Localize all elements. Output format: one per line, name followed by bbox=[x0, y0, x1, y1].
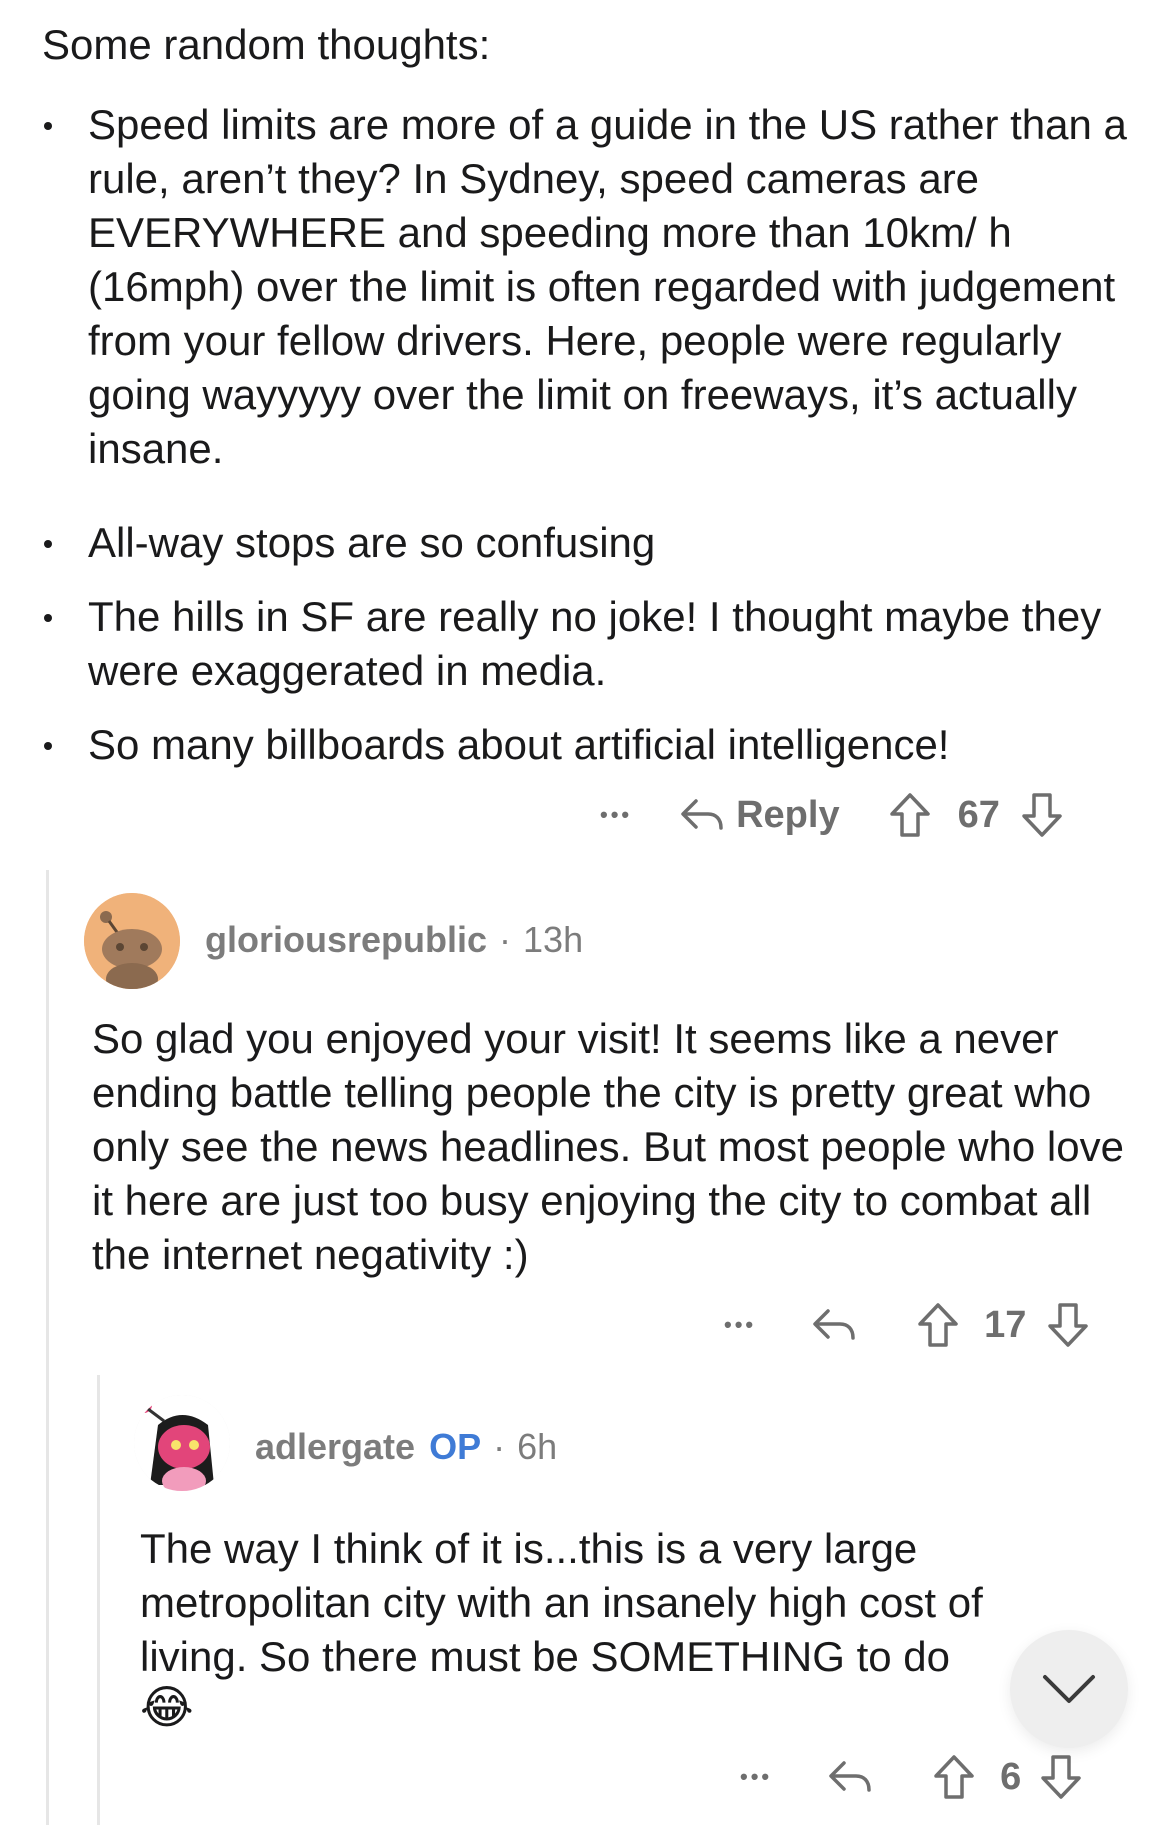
laughing-emoji: 😂 bbox=[140, 1681, 194, 1733]
comment-body: So glad you enjoyed your visit! It seems… bbox=[92, 1015, 1124, 1278]
bullet-text: Speed limits are more of a guide in the … bbox=[88, 101, 1127, 472]
bullet-item: Speed limits are more of a guide in the … bbox=[44, 98, 1148, 476]
upvote-arrow-icon[interactable] bbox=[916, 1302, 960, 1348]
post-action-bar: ••• Reply 67 bbox=[600, 788, 1064, 842]
bullet-dot bbox=[44, 540, 52, 548]
bullet-item: The hills in SF are really no joke! I th… bbox=[44, 590, 1148, 698]
comment-meta: adlergate OP · 6h bbox=[255, 1422, 557, 1472]
username[interactable]: adlergate bbox=[255, 1426, 415, 1468]
more-options-button[interactable]: ••• bbox=[724, 1312, 756, 1338]
scroll-down-button[interactable] bbox=[1010, 1630, 1128, 1748]
chevron-down-icon bbox=[1043, 1675, 1095, 1703]
comment-score: 6 bbox=[1000, 1755, 1022, 1798]
bullet-text: All-way stops are so confusing bbox=[88, 519, 656, 566]
snoo-avatar-icon bbox=[134, 1395, 230, 1491]
upvote-arrow-icon[interactable] bbox=[888, 792, 932, 838]
avatar[interactable] bbox=[134, 1395, 230, 1491]
more-options-button[interactable]: ••• bbox=[740, 1764, 772, 1790]
post-intro: Some random thoughts: bbox=[42, 21, 491, 68]
bullet-text: The hills in SF are really no joke! I th… bbox=[88, 593, 1102, 694]
reply-arrow-icon[interactable] bbox=[810, 1305, 858, 1345]
downvote-arrow-icon[interactable] bbox=[1046, 1302, 1090, 1348]
username[interactable]: gloriousrepublic bbox=[205, 919, 487, 961]
comment-score: 17 bbox=[984, 1303, 1027, 1346]
comment-action-bar: ••• 6 bbox=[740, 1752, 1083, 1802]
op-badge: OP bbox=[429, 1426, 482, 1467]
more-options-button[interactable]: ••• bbox=[600, 802, 632, 828]
bullet-dot bbox=[44, 122, 52, 130]
bullet-text: So many billboards about artificial inte… bbox=[88, 721, 950, 768]
reply-label: Reply bbox=[736, 793, 840, 836]
post-score: 67 bbox=[957, 793, 1000, 836]
bullet-dot bbox=[44, 742, 52, 750]
comment-timestamp: 13h bbox=[523, 919, 584, 960]
avatar[interactable] bbox=[84, 893, 180, 989]
downvote-arrow-icon[interactable] bbox=[1020, 792, 1064, 838]
comment-meta: gloriousrepublic · 13h bbox=[205, 915, 583, 965]
comment-action-bar: ••• 17 bbox=[724, 1300, 1090, 1350]
reply-button[interactable]: Reply bbox=[678, 793, 840, 837]
bullet-item: So many billboards about artificial inte… bbox=[44, 718, 1148, 772]
comment-timestamp: 6h bbox=[517, 1426, 558, 1467]
reply-arrow-icon[interactable] bbox=[826, 1757, 874, 1797]
bullet-item: All-way stops are so confusing bbox=[44, 516, 1148, 570]
meta-separator: · bbox=[499, 919, 512, 960]
bullet-dot bbox=[44, 614, 52, 622]
snoo-avatar-icon bbox=[84, 893, 180, 989]
thread-line[interactable] bbox=[46, 870, 49, 1825]
thread-line[interactable] bbox=[97, 1375, 100, 1825]
meta-separator: · bbox=[493, 1426, 506, 1467]
downvote-arrow-icon[interactable] bbox=[1039, 1754, 1083, 1800]
reply-arrow-icon bbox=[681, 799, 723, 830]
comment-body: The way I think of it is...this is a ver… bbox=[140, 1525, 983, 1680]
upvote-arrow-icon[interactable] bbox=[932, 1754, 976, 1800]
